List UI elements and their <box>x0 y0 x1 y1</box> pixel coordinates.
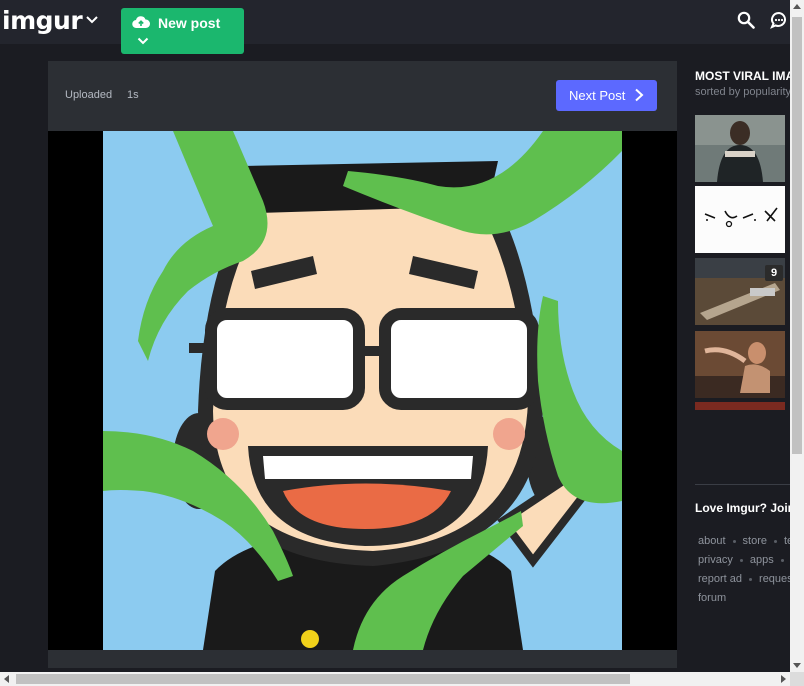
imgur-logo[interactable]: imgur <box>2 6 83 35</box>
footer-link-forum[interactable]: forum <box>698 592 726 604</box>
footer-link-apps[interactable]: apps <box>750 554 774 566</box>
top-bar: imgur New post <box>0 0 790 54</box>
footer-link-privacy[interactable]: privacy <box>698 554 733 566</box>
vertical-scroll-thumb[interactable] <box>792 17 802 454</box>
new-post-button[interactable]: New post <box>121 8 244 54</box>
chat-icon[interactable] <box>770 11 790 29</box>
post-footer <box>48 650 677 668</box>
most-viral-heading: MOST VIRAL IMAGES <box>695 69 790 83</box>
horizontal-scrollbar[interactable] <box>0 672 790 686</box>
sidebar-divider <box>695 484 790 485</box>
post-image[interactable] <box>103 131 622 650</box>
horizontal-scroll-thumb[interactable] <box>16 674 630 684</box>
vertical-scrollbar[interactable] <box>790 0 804 672</box>
viral-thumbnail-1[interactable] <box>695 115 785 182</box>
next-post-label: Next Post <box>569 88 626 103</box>
separator-dot <box>739 558 743 562</box>
footer-links: aboutstoreterms privacyappsapi report ad… <box>698 532 790 608</box>
post-age: 1s <box>127 89 139 101</box>
image-count-badge: 9 <box>765 265 783 281</box>
footer-link-store[interactable]: store <box>743 535 767 547</box>
chevron-right-icon <box>635 88 644 102</box>
scrollbar-corner <box>790 672 804 686</box>
search-icon[interactable] <box>737 11 755 29</box>
viral-thumbnail-2[interactable] <box>695 186 785 253</box>
next-post-button[interactable]: Next Post <box>556 80 657 111</box>
new-post-label: New post <box>158 15 221 31</box>
uploaded-label: Uploaded <box>65 89 113 101</box>
love-imgur-heading: Love Imgur? Join <box>695 501 790 515</box>
sort-label[interactable]: sorted by popularity <box>695 86 790 98</box>
separator-dot <box>732 539 736 543</box>
separator-dot <box>780 558 784 562</box>
post-header: Uploaded 1s Next Post <box>48 61 677 131</box>
scroll-up-arrow-icon[interactable] <box>793 4 801 9</box>
viral-thumbnail-5[interactable] <box>695 402 785 410</box>
separator-dot <box>774 539 777 543</box>
post-image-area <box>48 131 677 650</box>
scroll-left-arrow-icon[interactable] <box>4 675 9 683</box>
chevron-down-icon[interactable] <box>137 36 149 46</box>
scroll-right-arrow-icon[interactable] <box>781 675 786 683</box>
footer-link-request[interactable]: request <box>759 573 790 585</box>
chevron-down-icon[interactable] <box>84 12 100 28</box>
cloud-upload-icon <box>132 16 150 29</box>
viral-thumbnail-4[interactable] <box>695 331 785 398</box>
separator-dot <box>749 577 753 581</box>
footer-link-report-ad[interactable]: report ad <box>698 573 742 585</box>
footer-link-about[interactable]: about <box>698 535 726 547</box>
scroll-down-arrow-icon[interactable] <box>793 663 801 668</box>
